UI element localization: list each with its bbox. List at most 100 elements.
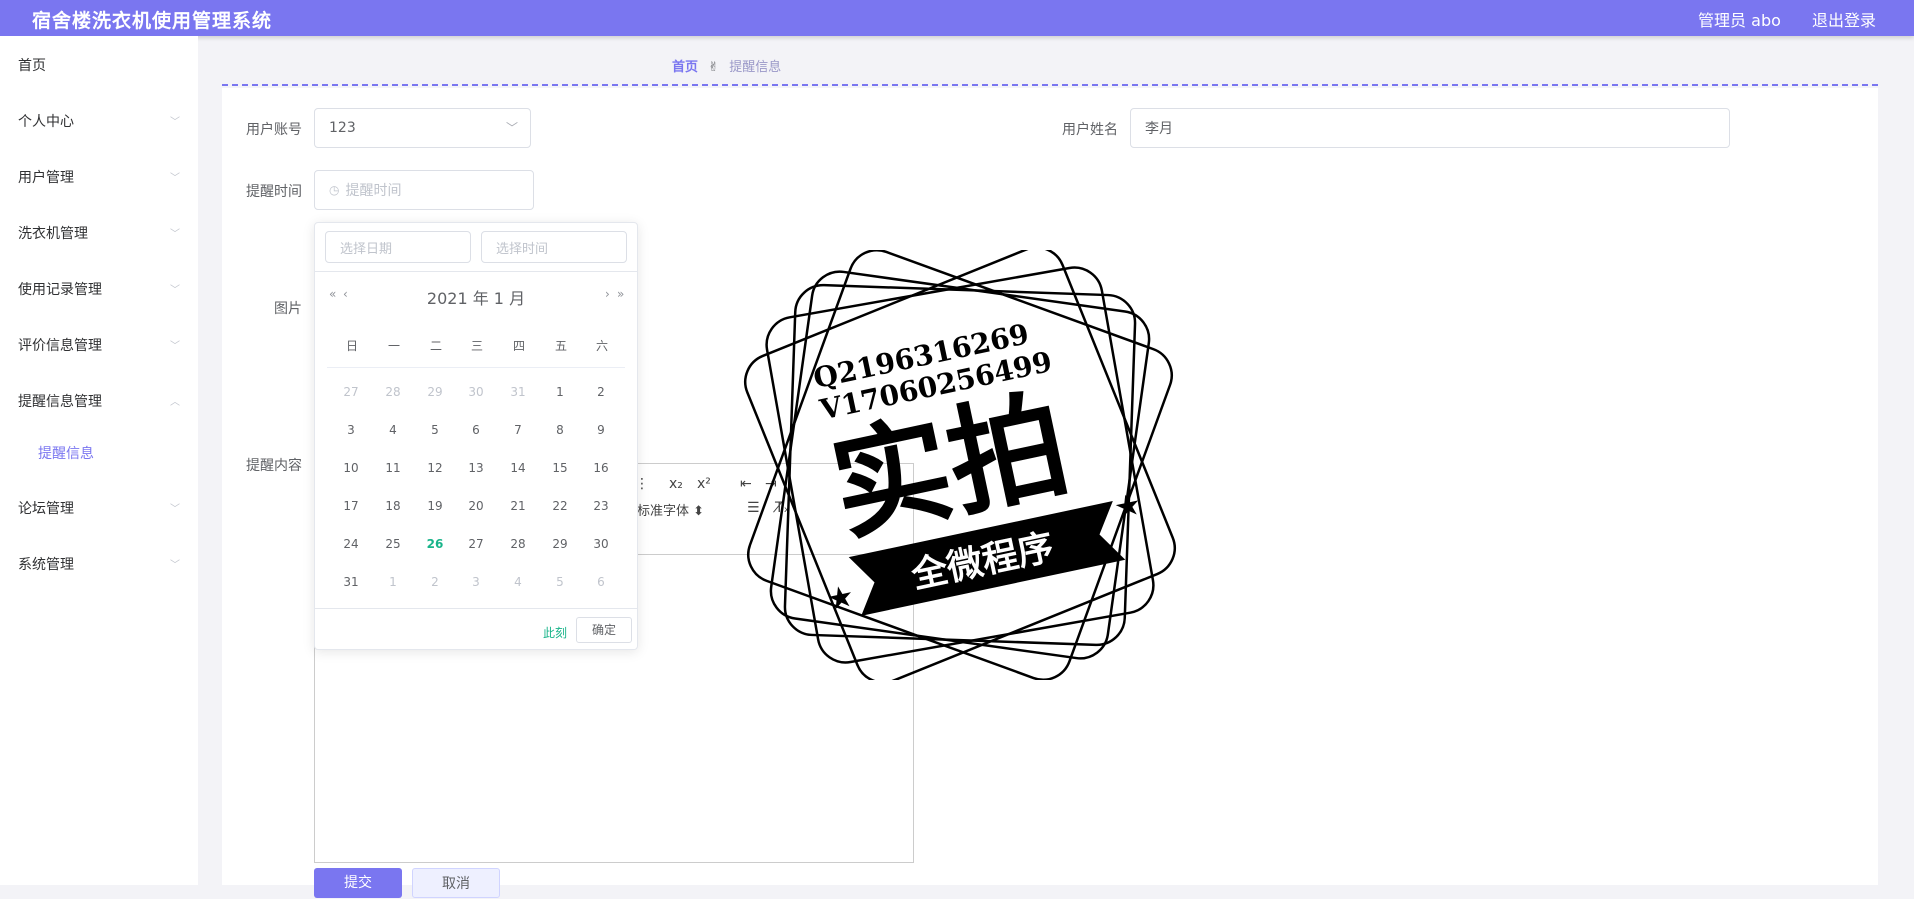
calendar-day[interactable]: 25 (375, 537, 411, 551)
calendar-day[interactable]: 3 (458, 575, 494, 589)
calendar-day[interactable]: 9 (583, 423, 619, 437)
calendar-day[interactable]: 29 (542, 537, 578, 551)
chevron-down-icon: ﹀ (170, 285, 180, 296)
datetime-picker: 选择日期 选择时间 « ‹ 2021 年 1 月 › » 日 一 二 三 四 五… (314, 222, 638, 650)
calendar-day[interactable]: 31 (500, 385, 536, 399)
next-year-icon[interactable]: » (617, 287, 624, 301)
sidebar-item-usage-records[interactable]: 使用记录管理 ﹀ (18, 279, 180, 299)
sidebar-item-label: 个人中心 (18, 114, 74, 130)
font-select-value: 标准字体 (637, 504, 690, 519)
chevron-down-icon: ﹀ (170, 341, 180, 352)
select-arrows-icon: ⬍ (693, 504, 705, 519)
calendar-day[interactable]: 3 (333, 423, 369, 437)
calendar-day[interactable]: 30 (458, 385, 494, 399)
calendar-day[interactable]: 19 (417, 499, 453, 513)
confirm-button[interactable]: 确定 (576, 617, 632, 643)
sidebar-item-system[interactable]: 系统管理 ﹀ (18, 554, 180, 574)
next-month-icon[interactable]: › (605, 287, 610, 301)
calendar-day[interactable]: 10 (333, 461, 369, 475)
calendar-day[interactable]: 28 (375, 385, 411, 399)
now-button[interactable]: 此刻 (543, 624, 567, 641)
sidebar-item-washers[interactable]: 洗衣机管理 ﹀ (18, 223, 180, 243)
star-icon: ★ (1111, 487, 1145, 527)
calendar-day[interactable]: 2 (583, 385, 619, 399)
image-label: 图片 (274, 301, 302, 317)
calendar-day[interactable]: 18 (375, 499, 411, 513)
logout-link[interactable]: 退出登录 (1812, 11, 1876, 30)
calendar-day[interactable]: 31 (333, 575, 369, 589)
calendar-day[interactable]: 28 (500, 537, 536, 551)
account-select[interactable]: 123 ﹀ (314, 108, 531, 148)
hand-icon: ✌ (708, 60, 720, 75)
calendar-day[interactable]: 21 (500, 499, 536, 513)
superscript-icon[interactable]: x² (697, 476, 711, 492)
top-bar: 宿舍楼洗衣机使用管理系统 管理员 abo 退出登录 (0, 0, 1914, 36)
calendar-day[interactable]: 23 (583, 499, 619, 513)
name-label: 用户姓名 (1062, 122, 1118, 138)
calendar-day-today[interactable]: 26 (417, 537, 453, 551)
calendar-day[interactable]: 14 (500, 461, 536, 475)
admin-user[interactable]: 管理员 abo (1698, 11, 1781, 30)
calendar-day[interactable]: 22 (542, 499, 578, 513)
calendar-day[interactable]: 6 (458, 423, 494, 437)
calendar-day[interactable]: 13 (458, 461, 494, 475)
sidebar-item-home[interactable]: 首页 (18, 55, 180, 75)
time-input[interactable]: ◷ 提醒时间 (314, 170, 534, 210)
weekday-header: 四 (512, 339, 525, 353)
sidebar-item-reminders[interactable]: 提醒信息管理 ︿ (18, 391, 180, 411)
weekday-header: 六 (595, 339, 608, 353)
calendar-day[interactable]: 8 (542, 423, 578, 437)
sidebar-item-forum[interactable]: 论坛管理 ﹀ (18, 498, 180, 518)
calendar-day[interactable]: 16 (583, 461, 619, 475)
time-placeholder: 提醒时间 (345, 183, 402, 199)
chevron-up-icon: ︿ (170, 397, 180, 408)
account-value: 123 (329, 120, 356, 136)
breadcrumb-home[interactable]: 首页 (672, 60, 698, 75)
calendar-day[interactable]: 24 (333, 537, 369, 551)
font-select[interactable]: 标准字体 ⬍ (637, 500, 704, 519)
calendar-day[interactable]: 1 (542, 385, 578, 399)
calendar-day[interactable]: 30 (583, 537, 619, 551)
subscript-icon[interactable]: x₂ (669, 476, 683, 492)
calendar-day[interactable]: 15 (542, 461, 578, 475)
picker-time-input[interactable]: 选择时间 (481, 231, 627, 263)
picker-divider (315, 271, 637, 272)
star-icon: ★ (824, 578, 858, 618)
weekday-header: 二 (429, 339, 442, 353)
calendar-day[interactable]: 7 (500, 423, 536, 437)
calendar-day[interactable]: 29 (417, 385, 453, 399)
calendar-day[interactable]: 12 (417, 461, 453, 475)
calendar-day[interactable]: 2 (417, 575, 453, 589)
calendar-day[interactable]: 5 (417, 423, 453, 437)
chevron-down-icon: ﹀ (170, 229, 180, 240)
calendar-day[interactable]: 4 (500, 575, 536, 589)
submit-button[interactable]: 提交 (314, 868, 402, 898)
picker-date-input[interactable]: 选择日期 (325, 231, 471, 263)
sidebar-item-users[interactable]: 用户管理 ﹀ (18, 167, 180, 187)
chevron-down-icon: ﹀ (505, 121, 518, 135)
chevron-down-icon: ﹀ (170, 117, 180, 128)
breadcrumb-current: 提醒信息 (729, 60, 782, 75)
sidebar-item-label: 提醒信息管理 (18, 394, 102, 410)
sidebar-subitem-reminder-info[interactable]: 提醒信息 (38, 443, 94, 463)
calendar-day[interactable]: 5 (542, 575, 578, 589)
cancel-button[interactable]: 取消 (412, 868, 500, 898)
sidebar-item-label: 论坛管理 (18, 501, 74, 517)
calendar-day[interactable]: 6 (583, 575, 619, 589)
calendar-day[interactable]: 4 (375, 423, 411, 437)
name-value: 李月 (1145, 121, 1173, 137)
calendar-day[interactable]: 1 (375, 575, 411, 589)
sidebar-item-label: 评价信息管理 (18, 338, 102, 354)
name-input[interactable]: 李月 (1130, 108, 1730, 148)
calendar-day[interactable]: 27 (458, 537, 494, 551)
calendar-day[interactable]: 27 (333, 385, 369, 399)
sidebar-item-label: 首页 (18, 58, 46, 74)
sidebar-item-profile[interactable]: 个人中心 ﹀ (18, 111, 180, 131)
chevron-down-icon: ﹀ (170, 173, 180, 184)
calendar-day[interactable]: 20 (458, 499, 494, 513)
sidebar-item-reviews[interactable]: 评价信息管理 ﹀ (18, 335, 180, 355)
calendar-day[interactable]: 11 (375, 461, 411, 475)
clock-icon: ◷ (329, 183, 340, 197)
calendar-day[interactable]: 17 (333, 499, 369, 513)
weekday-header: 五 (554, 339, 567, 353)
